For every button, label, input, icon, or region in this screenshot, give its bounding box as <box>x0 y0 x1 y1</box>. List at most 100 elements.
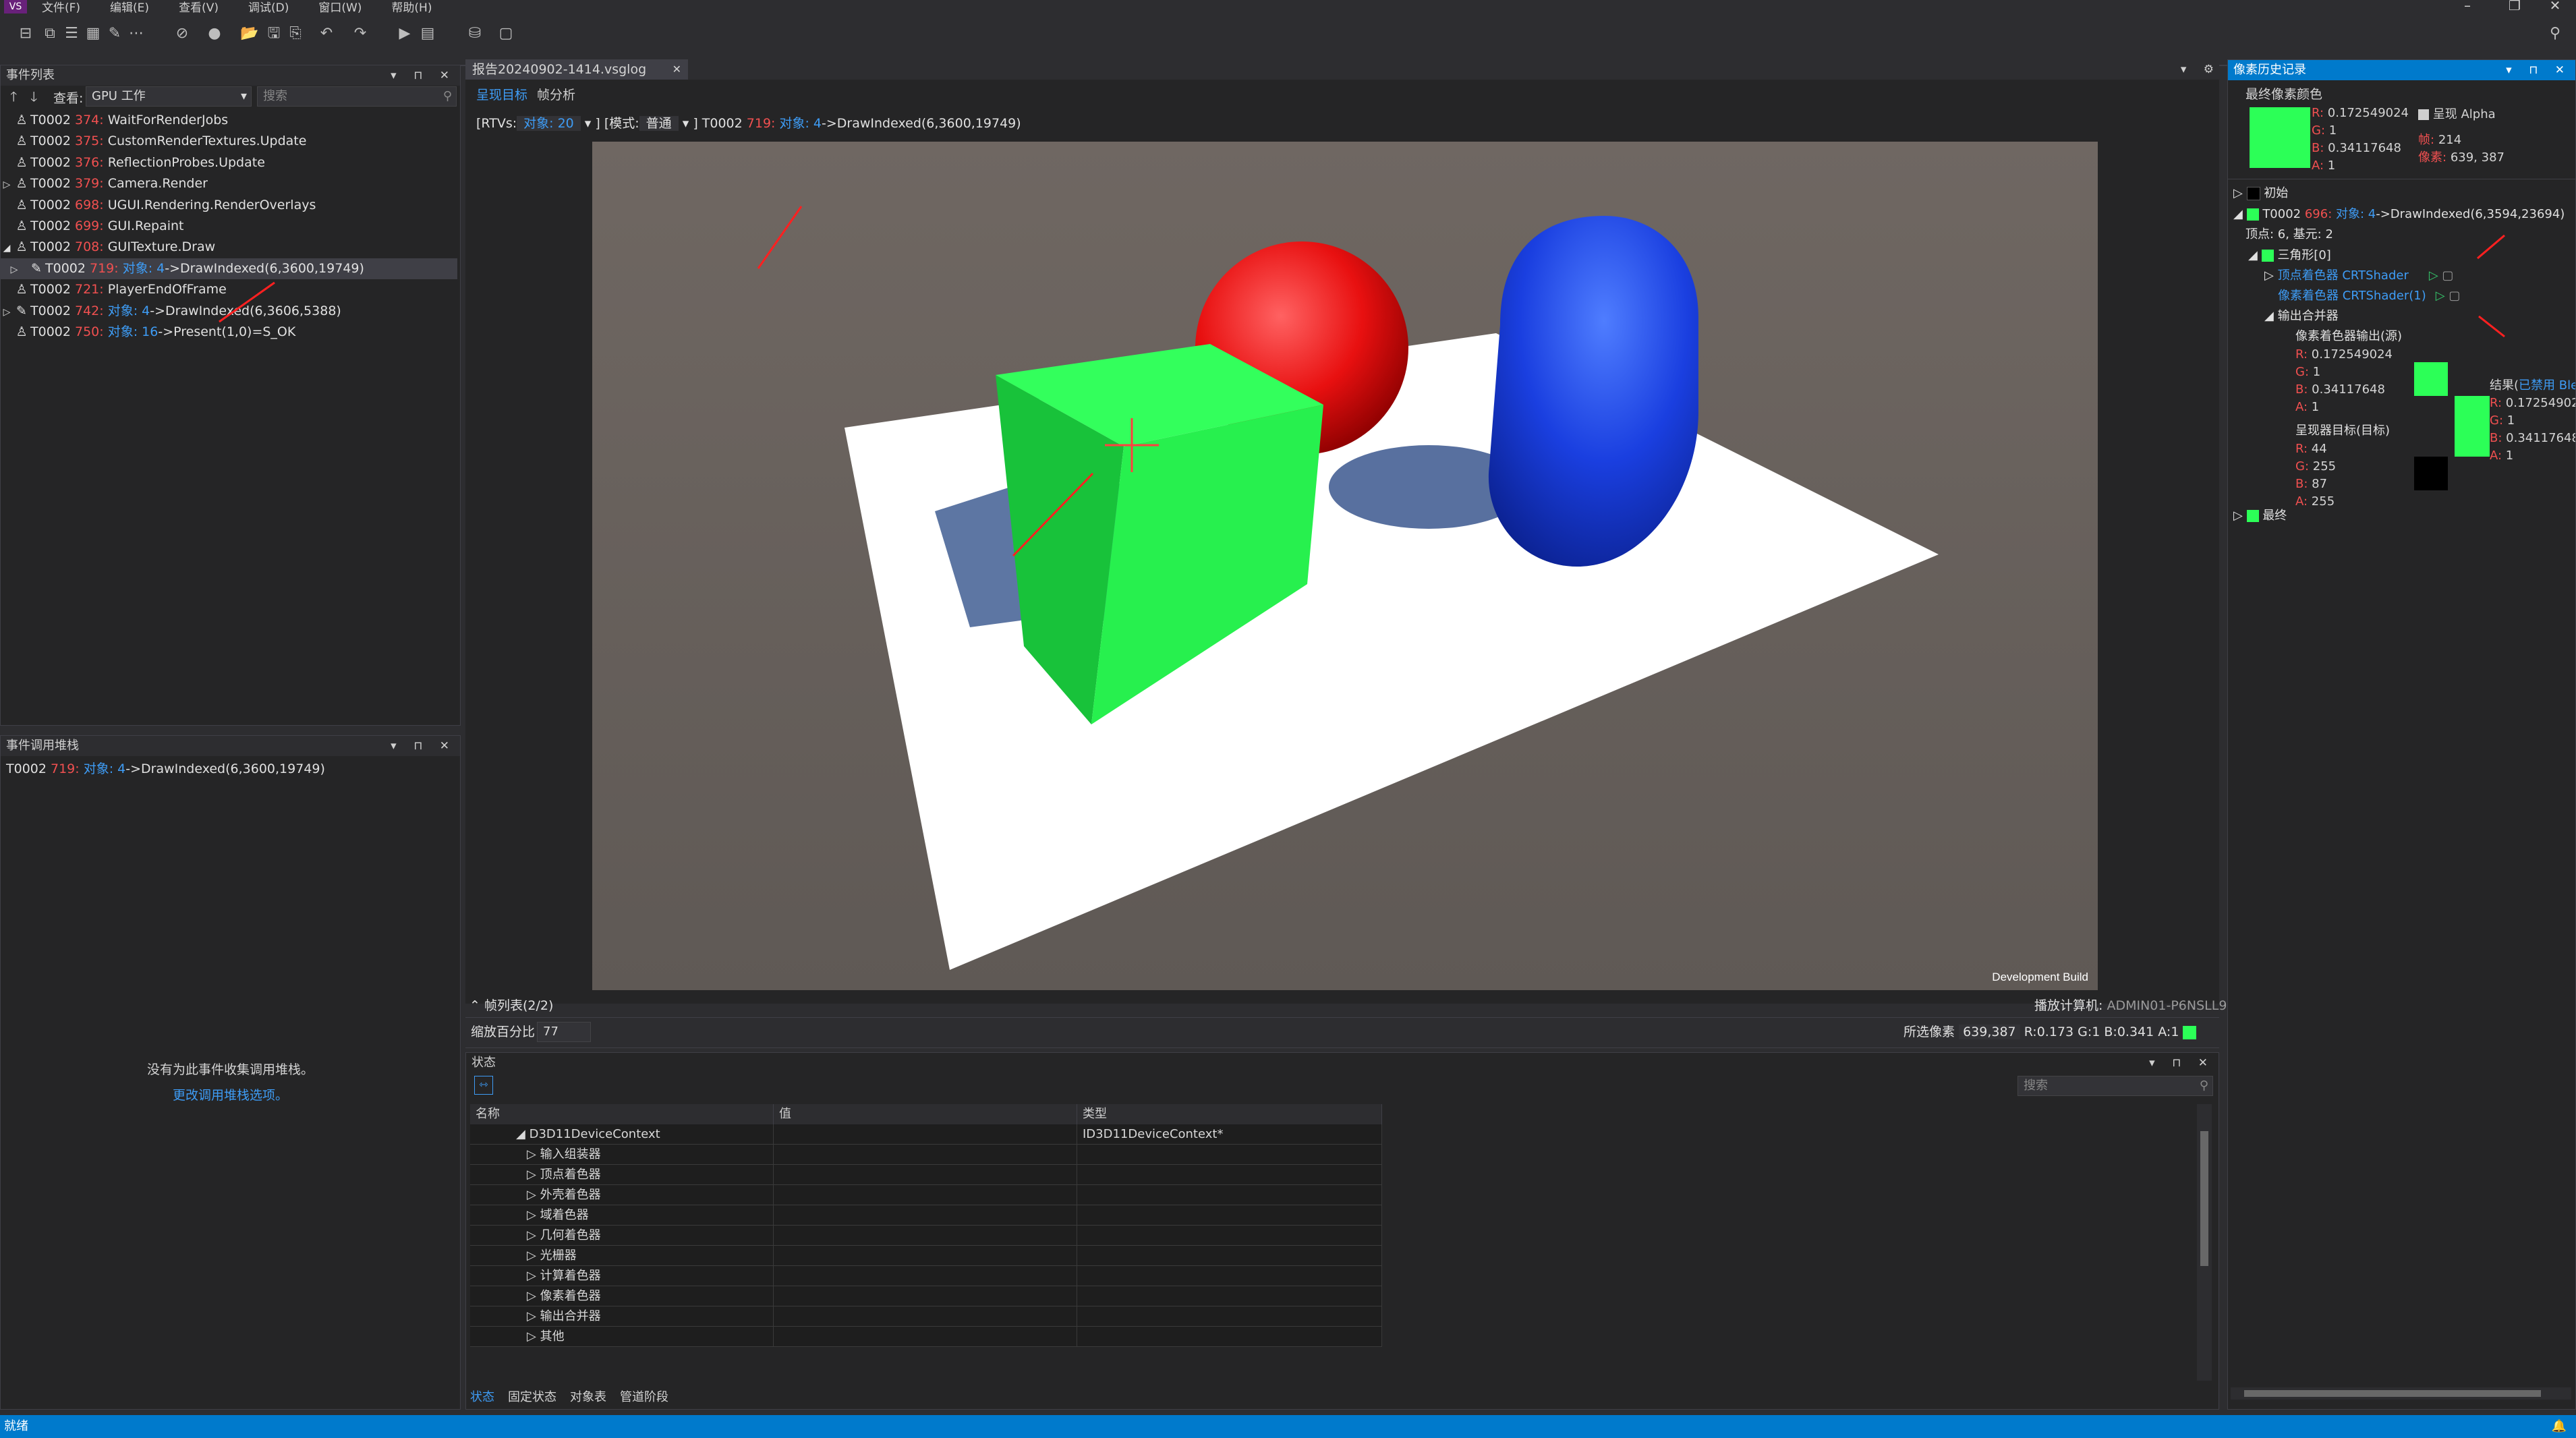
collapsed-arrow-icon[interactable]: ▷ <box>1 302 13 323</box>
scene-viewport[interactable]: Development Build <box>592 142 2098 990</box>
toolbar-pin-icon[interactable]: ⚲ <box>2546 24 2565 43</box>
column-type[interactable]: 类型 <box>1077 1104 1382 1124</box>
tab-state[interactable]: 状态 <box>470 1390 494 1404</box>
toolbar-frame-icon[interactable]: ▤ <box>418 24 437 43</box>
state-row-name[interactable]: ▷ 计算着色器 <box>470 1266 774 1286</box>
tab-fixed-state[interactable]: 固定状态 <box>508 1390 556 1404</box>
doc-tab[interactable]: 报告20240902-1414.vsglog ✕ <box>465 59 688 80</box>
subtab-render-target[interactable]: 呈现目标 <box>476 85 527 105</box>
tab-pipeline-stages[interactable]: 管道阶段 <box>620 1390 668 1404</box>
show-alpha-checkbox[interactable]: 呈现 Alpha <box>2418 105 2496 122</box>
scrollbar-thumb[interactable] <box>2200 1131 2208 1266</box>
state-row-name[interactable]: ▷ 其他 <box>470 1327 774 1347</box>
event-row[interactable]: ♙ T0002 376: ReflectionProbes.Update <box>1 152 457 173</box>
event-row[interactable]: ◢ ♙ T0002 708: GUITexture.Draw <box>1 237 457 258</box>
selected-rgba: R:0.173 G:1 B:0.341 A:1 <box>2024 1025 2179 1039</box>
nav-down-icon[interactable]: 🡓 <box>30 87 37 110</box>
close-icon[interactable]: ✕ <box>2535 0 2575 13</box>
event-row[interactable]: ♙ T0002 698: UGUI.Rendering.RenderOverlay… <box>1 195 457 216</box>
restore-icon[interactable]: ❐ <box>2494 0 2535 13</box>
minimize-icon[interactable]: – <box>2447 0 2488 13</box>
event-search-input[interactable]: 搜索 ⚲ <box>257 86 457 107</box>
history-initial[interactable]: ▷ 初始 <box>2233 183 2288 204</box>
panel-tools[interactable]: ▾ ⊓ ✕ <box>391 65 456 86</box>
state-scrollbar[interactable] <box>2197 1104 2212 1381</box>
mode-dropdown[interactable]: 普通 <box>639 116 679 131</box>
toolbar-table-icon[interactable]: ▦ <box>84 24 103 43</box>
res-a: 1 <box>2505 449 2514 463</box>
panel-tools[interactable]: ▾ ⊓ ✕ <box>2149 1053 2214 1073</box>
callstack-entry[interactable]: T0002 719: 对象: 4->DrawIndexed(6,3600,197… <box>6 759 325 780</box>
toolbar-undo-icon[interactable]: ↶ <box>317 24 336 43</box>
panel-tools[interactable]: ▾ ⊓ ✕ <box>2506 60 2571 80</box>
toolbar-minus-icon[interactable]: ⋯ <box>127 24 146 43</box>
toolbar-copy-icon[interactable]: ⧉ <box>40 24 59 43</box>
doc-tab-tools[interactable]: ▾ ⚙ <box>2181 59 2221 80</box>
menu-edit[interactable]: 编辑(E) <box>95 2 164 14</box>
event-object: 对象: 16 <box>103 324 159 339</box>
notification-icon[interactable]: 🔔 <box>2552 1415 2567 1438</box>
menu-file[interactable]: 文件(F) <box>27 2 95 14</box>
vertex-shader-node[interactable]: ▷ 顶点着色器 CRTShader ▷ ▢ <box>2264 265 2453 286</box>
menu-view[interactable]: 查看(V) <box>164 2 233 14</box>
toolbar-save-icon[interactable]: 🖫 <box>264 24 283 43</box>
state-row-value <box>774 1286 1077 1306</box>
event-row[interactable]: ♙ T0002 375: CustomRenderTextures.Update <box>1 131 457 152</box>
collapsed-arrow-icon[interactable]: ▷ <box>1 175 13 196</box>
toolbar-save-all-icon[interactable]: ⎘ <box>286 24 305 43</box>
event-row[interactable]: ▷ ✎ T0002 719: 对象: 4->DrawIndexed(6,3600,1… <box>1 258 457 279</box>
state-row-name[interactable]: ▷ 像素着色器 <box>470 1286 774 1306</box>
collapsed-arrow-icon[interactable]: ▷ <box>1 260 28 281</box>
toolbar-edit-icon[interactable]: ✎ <box>105 24 124 43</box>
subtab-frame-analysis[interactable]: 帧分析 <box>537 85 575 105</box>
output-merger-node[interactable]: ◢ 输出合并器 <box>2264 306 2339 326</box>
callstack-options-link[interactable]: 更改调用堆栈选项。 <box>1 1085 460 1103</box>
toolbar-redo-icon[interactable]: ↷ <box>351 24 370 43</box>
scene-render[interactable]: Development Build <box>592 142 2098 990</box>
scrollbar-thumb[interactable] <box>2244 1390 2541 1397</box>
history-final[interactable]: ▷ 最终 <box>2233 505 2287 526</box>
menu-debug[interactable]: 调试(D) <box>233 2 304 14</box>
event-row[interactable]: ♙ T0002 699: GUI.Repaint <box>1 216 457 237</box>
event-row[interactable]: ▷ ♙ T0002 379: Camera.Render <box>1 173 457 194</box>
nav-up-icon[interactable]: 🡑 <box>10 87 17 110</box>
toolbar-open-icon[interactable]: 📂 <box>240 24 259 43</box>
menu-help[interactable]: 帮助(H) <box>376 2 447 14</box>
state-row-name[interactable]: ▷ 输出合并器 <box>470 1306 774 1327</box>
toolbar-ui-icon[interactable]: ⊟ <box>16 24 35 43</box>
menu-window[interactable]: 窗口(W) <box>304 2 376 14</box>
toolbar-stop-icon[interactable]: ⊘ <box>173 24 192 43</box>
ps-name[interactable]: CRTShader(1) <box>2343 289 2426 303</box>
state-row-name[interactable]: ▷ 外壳着色器 <box>470 1185 774 1205</box>
state-row-name[interactable]: ▷ 顶点着色器 <box>470 1165 774 1185</box>
expanded-arrow-icon[interactable]: ◢ <box>1 238 13 259</box>
column-value[interactable]: 值 <box>774 1104 1077 1124</box>
triangle-node[interactable]: ◢ 三角形[0] <box>2248 245 2331 266</box>
state-row-name[interactable]: ▷ 域着色器 <box>470 1205 774 1226</box>
state-row-name[interactable]: ▷ 几何着色器 <box>470 1226 774 1246</box>
toolbar-record-icon[interactable]: ● <box>205 24 224 43</box>
tab-object-table[interactable]: 对象表 <box>570 1390 606 1404</box>
close-tab-icon[interactable]: ✕ <box>672 59 681 80</box>
frame-list-toggle[interactable]: ⌃ 帧列表(2/2) <box>469 996 553 1016</box>
toolbar-capture-icon[interactable]: ⛁ <box>465 24 484 43</box>
state-row-name[interactable]: ▷ 光栅器 <box>470 1246 774 1266</box>
chevron-up-icon: ⌃ <box>469 998 484 1013</box>
event-row[interactable]: ♙ T0002 374: WaitForRenderJobs <box>1 110 457 131</box>
vs-name[interactable]: CRTShader <box>2342 268 2409 283</box>
state-root-name[interactable]: ◢ D3D11DeviceContext <box>470 1124 774 1145</box>
state-row-name[interactable]: ▷ 输入组装器 <box>470 1145 774 1165</box>
state-search-input[interactable]: 搜索 ⚲ <box>2017 1076 2213 1096</box>
toolbar-play-icon[interactable]: ▶ <box>395 24 414 43</box>
history-event[interactable]: ◢ T0002 696: 对象: 4->DrawIndexed(6,3594,2… <box>2233 204 2565 225</box>
rtv-dropdown[interactable]: 对象: 20 <box>517 116 581 131</box>
pixel-history-hscroll[interactable] <box>2231 1387 2571 1400</box>
toolbar-window-icon[interactable]: ▢ <box>496 24 515 43</box>
collapse-all-icon[interactable]: ⇿ <box>474 1076 493 1095</box>
column-name[interactable]: 名称 <box>470 1104 774 1124</box>
collapsed-arrow-icon: ▷ <box>527 1208 540 1222</box>
panel-tools[interactable]: ▾ ⊓ ✕ <box>391 736 456 756</box>
zoom-input[interactable]: 77 <box>537 1022 591 1042</box>
filter-dropdown[interactable]: GPU 工作 ▾ <box>86 86 252 107</box>
toolbar-list-icon[interactable]: ☰ <box>62 24 81 43</box>
